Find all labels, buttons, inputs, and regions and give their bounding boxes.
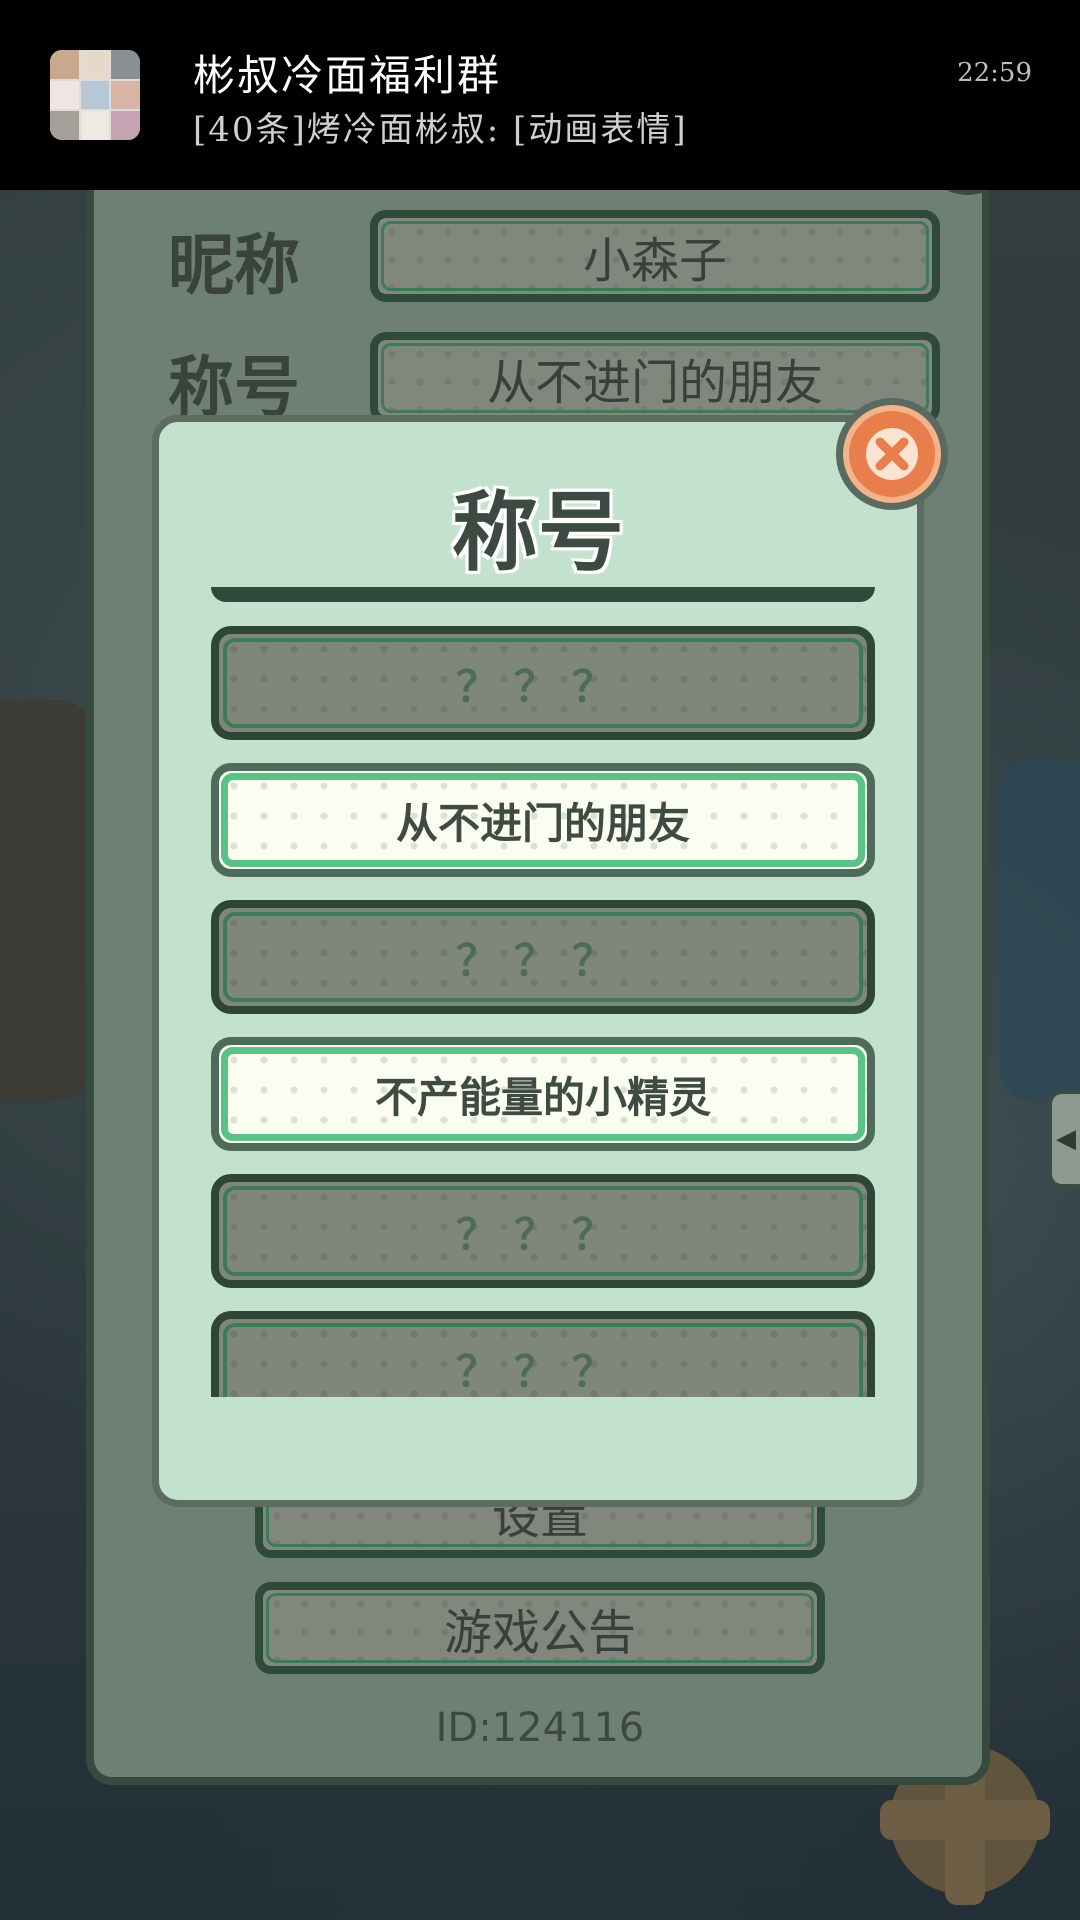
- title-item-1[interactable]: ？？？: [211, 626, 875, 740]
- nickname-label: 昵称: [168, 227, 300, 304]
- notification-message: [40条]烤冷面彬叔: [动画表情]: [193, 110, 688, 150]
- dialog-close-button[interactable]: [836, 398, 948, 510]
- notification-banner[interactable]: 彬叔冷面福利群 [40条]烤冷面彬叔: [动画表情] 22:59: [0, 0, 1080, 190]
- group-avatar: [50, 50, 140, 140]
- notification-time: 22:59: [957, 58, 1032, 88]
- title-item-label: ？？？: [455, 661, 630, 711]
- player-id: ID:124116: [435, 1705, 645, 1751]
- title-item-3[interactable]: ？？？: [211, 900, 875, 1014]
- title-item-label: 不产能量的小精灵: [374, 1072, 711, 1122]
- title-list[interactable]: ？？？ 从不进门的朋友 ？？？ 不产能量的小精灵 ？？？ ？？？: [211, 587, 875, 1397]
- title-item-2[interactable]: 从不进门的朋友: [211, 763, 875, 877]
- dialog-heading: 称号: [452, 483, 624, 583]
- title-item-label: ？？？: [455, 1346, 630, 1396]
- title-item-4[interactable]: 不产能量的小精灵: [211, 1037, 875, 1151]
- title-dialog: 称号 ？？？ 从不进门的朋友 ？？？ 不产能量的小精灵 ？？？ ？？？: [152, 415, 924, 1507]
- title-item-label: ？？？: [455, 935, 630, 985]
- list-scroll-edge: [211, 587, 875, 602]
- nickname-value: 小森子: [582, 233, 727, 289]
- background-decoration-left: [0, 700, 90, 1100]
- announcement-button-label: 游戏公告: [443, 1605, 636, 1661]
- title-item-label: ？？？: [455, 1209, 630, 1259]
- title-item-label: 从不进门的朋友: [395, 798, 690, 848]
- announcement-button[interactable]: 游戏公告: [255, 1582, 825, 1674]
- close-icon: [866, 428, 918, 480]
- title-item-6[interactable]: ？？？: [211, 1311, 875, 1397]
- title-item-5[interactable]: ？？？: [211, 1174, 875, 1288]
- title-field[interactable]: 从不进门的朋友: [370, 332, 940, 424]
- nickname-field[interactable]: 小森子: [370, 210, 940, 302]
- chevron-left-icon: ◀: [1056, 1124, 1076, 1154]
- title-value: 从不进门的朋友: [486, 355, 823, 411]
- side-tab-button[interactable]: ◀: [1048, 1090, 1080, 1188]
- background-decoration-right: [1000, 760, 1080, 1100]
- notification-title: 彬叔冷面福利群: [193, 51, 502, 100]
